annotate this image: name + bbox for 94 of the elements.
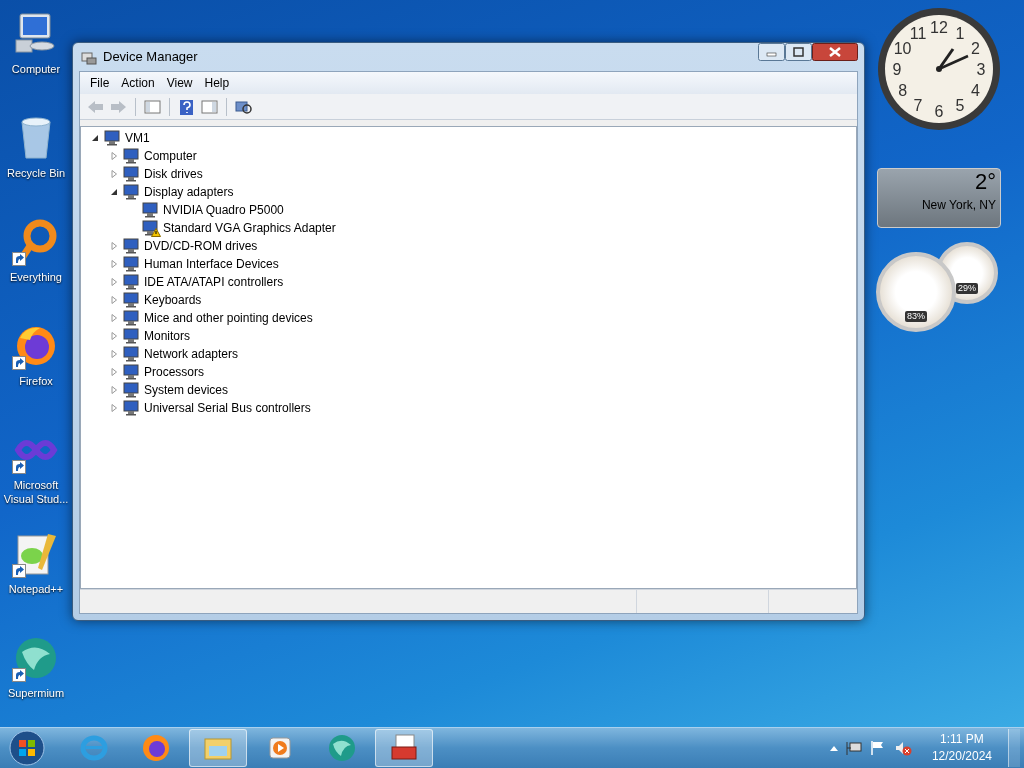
clock-number: 5	[955, 97, 965, 115]
taskbar-folder-button[interactable]	[189, 729, 247, 767]
expand-arrow-icon[interactable]	[110, 404, 118, 412]
expand-arrow-icon[interactable]	[110, 152, 118, 160]
menu-item[interactable]: Action	[115, 74, 161, 92]
tree-item[interactable]: Mice and other pointing devices	[144, 309, 313, 327]
clock-number: 6	[934, 103, 944, 120]
monitor-icon	[141, 220, 159, 236]
tree-item[interactable]: NVIDIA Quadro P5000	[163, 201, 284, 219]
help-icon[interactable]	[177, 97, 196, 116]
clock-number: 10	[893, 40, 912, 57]
expand-arrow-icon[interactable]	[110, 386, 118, 394]
monitor-icon	[122, 346, 140, 362]
desktop-icon-label[interactable]: Microsoft Visual Stud...	[1, 478, 71, 506]
collapse-arrow-icon[interactable]	[91, 134, 99, 142]
monitor-icon	[141, 202, 159, 218]
clock-hands	[936, 48, 969, 72]
temperature: 2°	[974, 169, 996, 195]
monitor-icon	[122, 364, 140, 380]
monitor-icon	[103, 130, 121, 146]
monitor-icon	[122, 238, 140, 254]
expand-arrow-icon[interactable]	[110, 278, 118, 286]
tree-item[interactable]: Computer	[144, 147, 197, 165]
desktop-icon-label[interactable]: Computer	[11, 62, 61, 76]
clock-number: 1	[955, 24, 965, 42]
maximize-button[interactable]	[785, 43, 812, 61]
tree-item[interactable]: Disk drives	[144, 165, 203, 183]
desktop-icon-label[interactable]: Firefox	[19, 374, 53, 388]
tree-item[interactable]: Display adapters	[144, 183, 234, 201]
clock-number: 9	[892, 61, 902, 78]
clock-number: 4	[970, 82, 980, 99]
taskbar-clock[interactable]: 1:11 PM 12/20/2024	[925, 731, 998, 765]
desktop-icon-label[interactable]: Everything	[10, 270, 62, 284]
expand-arrow-icon[interactable]	[110, 368, 118, 376]
clock-number: 8	[898, 82, 908, 99]
desktop-icon-label[interactable]: Recycle Bin	[6, 166, 66, 180]
clock-date: 12/20/2024	[931, 748, 992, 765]
monitor-icon	[122, 292, 140, 308]
expand-arrow-icon[interactable]	[110, 314, 118, 322]
monitor-icon	[122, 400, 140, 416]
menu-item[interactable]: Help	[198, 74, 236, 92]
menu-item[interactable]: File	[84, 74, 116, 92]
tree-item[interactable]: Standard VGA Graphics Adapter	[163, 219, 336, 237]
expand-arrow-icon[interactable]	[110, 242, 118, 250]
monitor-icon	[122, 310, 140, 326]
tree-item[interactable]: System devices	[144, 381, 229, 399]
show-desktop-button[interactable]	[1008, 729, 1020, 767]
desktop-icon-label[interactable]: Notepad++	[8, 582, 64, 596]
globe-icon	[326, 732, 358, 764]
console-tree-icon[interactable]	[143, 97, 162, 116]
flag-icon[interactable]	[869, 740, 886, 756]
tree-item[interactable]: Network adapters	[144, 345, 239, 363]
monitor-icon	[122, 256, 140, 272]
monitor-icon	[122, 274, 140, 290]
menu-item[interactable]: View	[160, 74, 199, 92]
monitor-icon	[122, 328, 140, 344]
monitor-icon	[122, 166, 140, 182]
show-hidden-icons-icon[interactable]	[829, 745, 838, 751]
clock-number: 11	[909, 24, 927, 42]
clock-number: 2	[970, 40, 980, 57]
gauge-reading: 29%	[956, 283, 978, 294]
clock-number: 3	[976, 61, 986, 78]
tree-item[interactable]: Human Interface Devices	[144, 255, 279, 273]
clock-time: 1:11 PM	[940, 731, 984, 748]
tree-item[interactable]: VM1	[125, 129, 150, 147]
expand-arrow-icon[interactable]	[110, 350, 118, 358]
tree-item[interactable]: Keyboards	[144, 291, 202, 309]
expand-arrow-icon[interactable]	[110, 260, 118, 268]
taskbar-toolbox-button[interactable]	[375, 729, 433, 767]
minimize-button[interactable]	[758, 43, 785, 61]
firefox-icon	[140, 732, 172, 764]
window-title: Device Manager	[103, 48, 198, 67]
tree-item[interactable]: DVD/CD-ROM drives	[144, 237, 258, 255]
close-button[interactable]	[812, 43, 858, 61]
monitor-icon	[122, 148, 140, 164]
expand-arrow-icon[interactable]	[110, 170, 118, 178]
clock-number: 12	[930, 19, 948, 36]
network-icon[interactable]	[845, 740, 862, 756]
muted-speaker-icon[interactable]	[893, 740, 912, 756]
window-icon	[81, 49, 97, 65]
tree-item[interactable]: Processors	[144, 363, 205, 381]
tree-item[interactable]: IDE ATA/ATAPI controllers	[144, 273, 284, 291]
desktop-icon-label[interactable]: Supermium	[7, 686, 65, 700]
tree-item[interactable]: Monitors	[144, 327, 190, 345]
gauge-reading: 83%	[905, 311, 927, 322]
weather-location: New York, NY	[921, 197, 996, 213]
tree-item[interactable]: Universal Serial Bus controllers	[144, 399, 311, 417]
expand-arrow-icon[interactable]	[110, 332, 118, 340]
expand-arrow-icon[interactable]	[110, 296, 118, 304]
clock-number: 7	[913, 97, 923, 115]
start-button[interactable]	[7, 729, 47, 767]
collapse-arrow-icon[interactable]	[110, 188, 118, 196]
monitor-icon	[122, 184, 140, 200]
monitor-icon	[122, 382, 140, 398]
